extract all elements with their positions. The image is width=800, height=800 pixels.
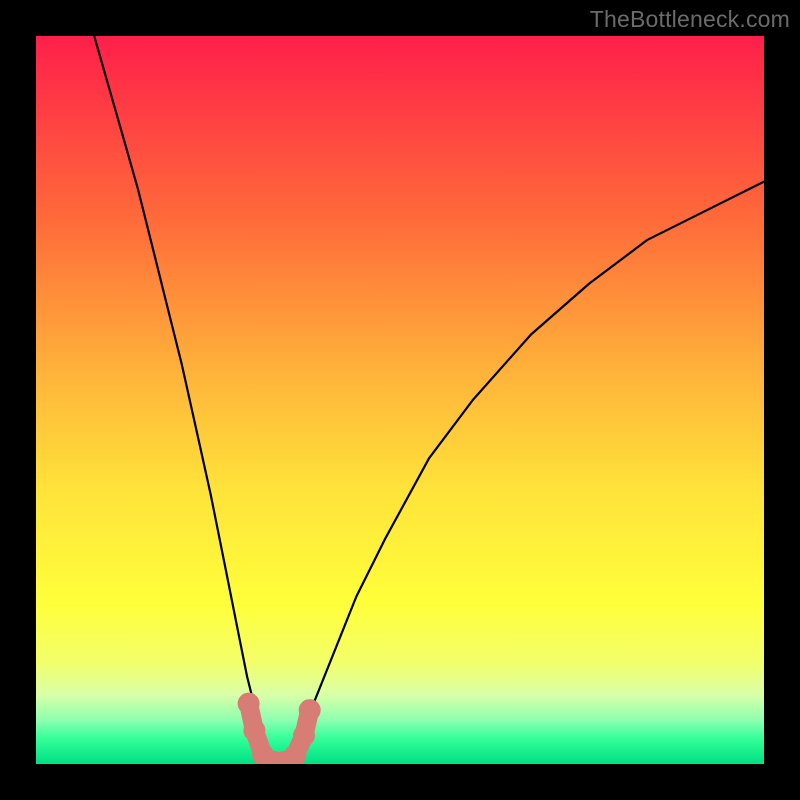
ideal-range-marker xyxy=(243,720,265,742)
bottleneck-curve xyxy=(36,36,764,764)
plot-area xyxy=(36,36,764,764)
watermark-text: TheBottleneck.com xyxy=(590,6,790,33)
chart-frame: TheBottleneck.com xyxy=(0,0,800,800)
curve-path xyxy=(94,36,764,764)
ideal-range-marker xyxy=(238,693,260,715)
ideal-range-marker xyxy=(299,699,321,721)
ideal-range-marker xyxy=(293,725,315,747)
ideal-range-markers xyxy=(238,693,321,764)
